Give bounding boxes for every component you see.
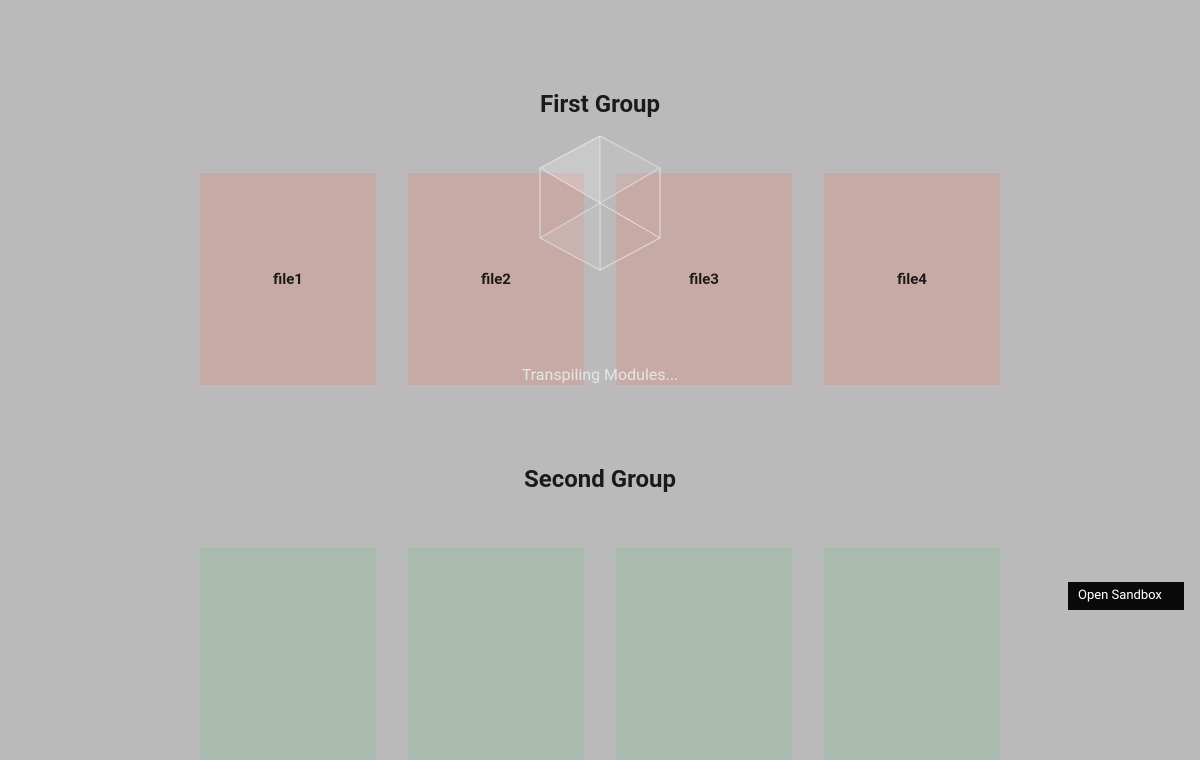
open-sandbox-button[interactable]: Open Sandbox xyxy=(1068,582,1184,610)
file-card-label: file3 xyxy=(689,270,719,288)
file-card[interactable] xyxy=(408,548,584,760)
file-card[interactable] xyxy=(824,548,1000,760)
group-title: First Group xyxy=(540,90,660,118)
file-card[interactable]: file2 xyxy=(408,173,584,385)
group-title: Second Group xyxy=(524,465,676,493)
group-second: Second Group xyxy=(0,465,1200,760)
group-first: First Group file1 file2 file3 file4 xyxy=(0,90,1200,385)
cards-row xyxy=(200,548,1000,760)
file-card[interactable] xyxy=(616,548,792,760)
file-card[interactable]: file3 xyxy=(616,173,792,385)
cards-row: file1 file2 file3 file4 xyxy=(200,173,1000,385)
file-card[interactable]: file1 xyxy=(200,173,376,385)
file-card[interactable]: file4 xyxy=(824,173,1000,385)
file-card[interactable] xyxy=(200,548,376,760)
file-card-label: file4 xyxy=(897,270,927,288)
file-card-label: file1 xyxy=(273,270,303,288)
file-card-label: file2 xyxy=(481,270,511,288)
main-container: First Group file1 file2 file3 file4 Seco… xyxy=(0,0,1200,760)
